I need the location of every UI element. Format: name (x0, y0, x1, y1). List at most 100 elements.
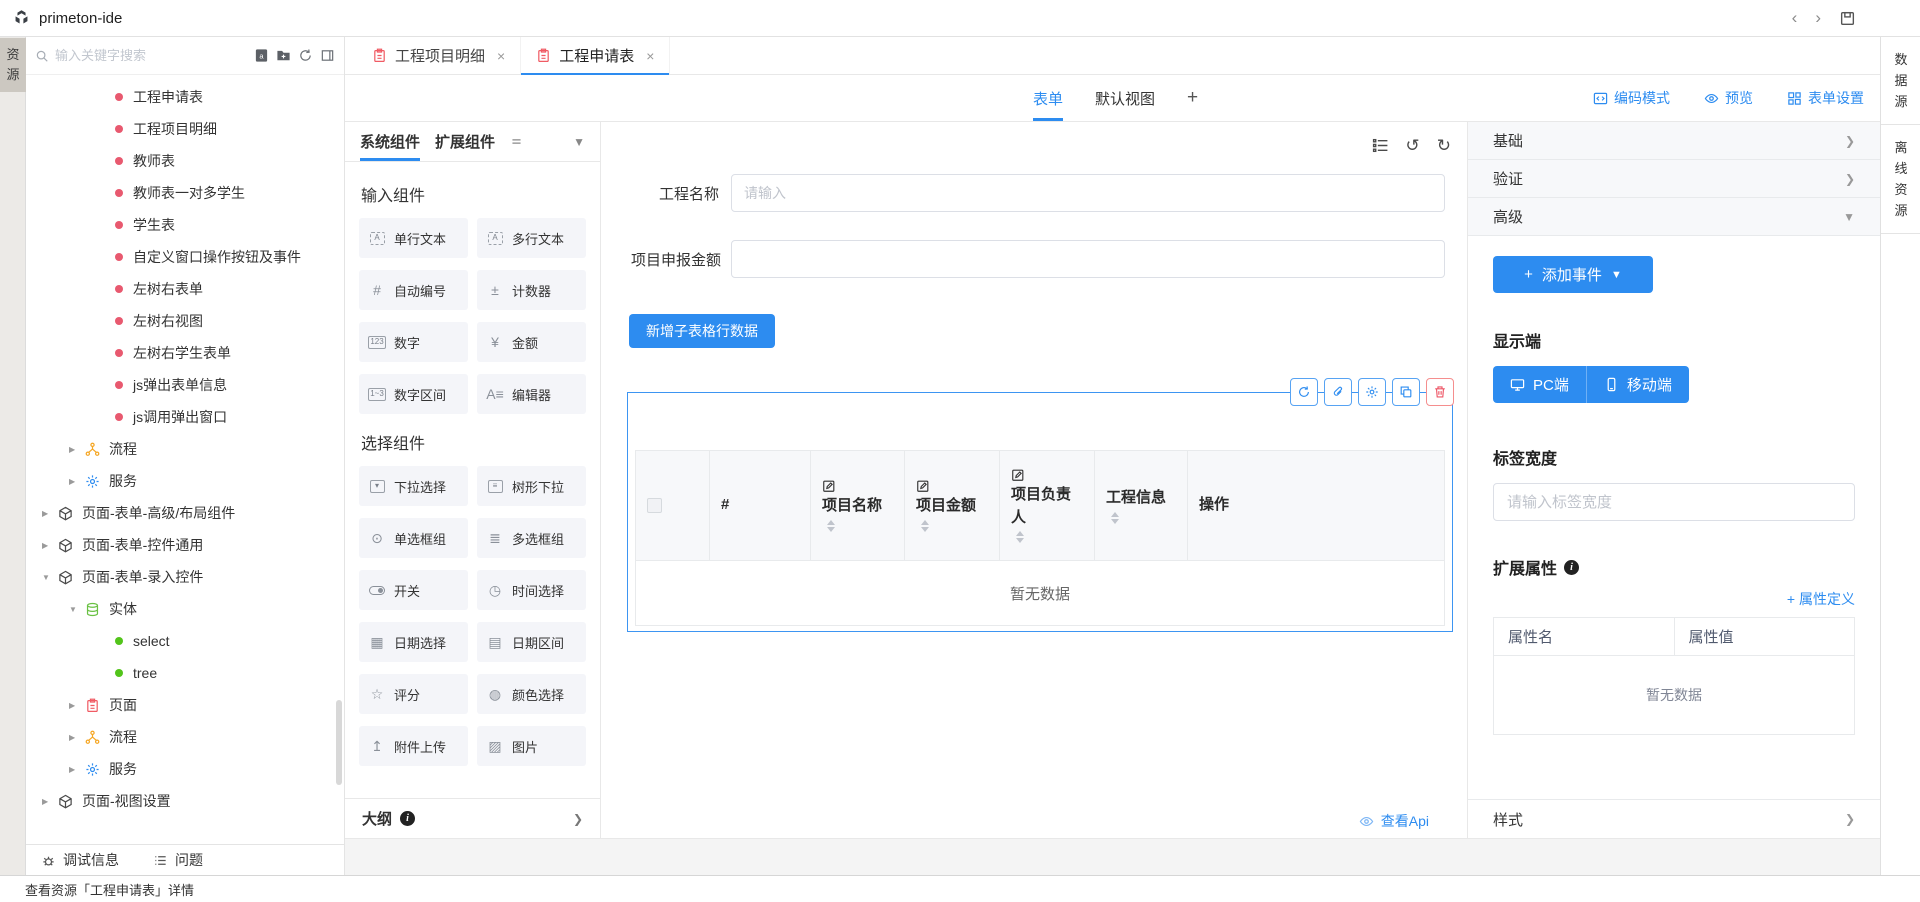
undo-icon[interactable]: ↺ (1406, 137, 1420, 154)
component-chip[interactable]: ↥附件上传 (359, 726, 468, 766)
component-chip[interactable]: ▨图片 (477, 726, 586, 766)
palette-tab[interactable]: 扩展组件 (435, 122, 495, 161)
outline-icon[interactable] (1372, 137, 1389, 154)
selected-subtable-component[interactable]: #项目名称项目金额项目负责人工程信息操作 暂无数据 (627, 392, 1453, 632)
delete-component-button[interactable] (1426, 378, 1454, 406)
outline-footer[interactable]: 大纲 i ❯ (345, 798, 600, 838)
nav-forward-icon[interactable]: › (1815, 8, 1821, 28)
bottom-tab-problems[interactable]: 问题 (153, 850, 203, 870)
component-chip[interactable]: ▤日期区间 (477, 622, 586, 662)
sort-caret-icon[interactable] (921, 520, 929, 532)
canvas-bottom-scroll-area[interactable] (345, 838, 1880, 875)
component-chip[interactable]: 123数字 (359, 322, 468, 362)
component-chip[interactable]: ◷时间选择 (477, 570, 586, 610)
add-event-button[interactable]: + 添加事件 ▼ (1493, 256, 1653, 293)
add-folder-icon[interactable] (276, 48, 291, 63)
add-subtable-row-button[interactable]: 新增子表格行数据 (629, 314, 775, 348)
component-chip[interactable]: A多行文本 (477, 218, 586, 258)
tree-scrollbar[interactable] (336, 700, 342, 785)
doc-tab[interactable]: 工程申请表× (521, 37, 670, 74)
resources-strip-tab[interactable]: 资源 (0, 38, 26, 92)
expander-closed-icon[interactable]: ▶ (42, 509, 58, 518)
component-chip[interactable]: ▾下拉选择 (359, 466, 468, 506)
bottom-tab-debug[interactable]: 调试信息 (41, 850, 119, 870)
tree-item[interactable]: js调用弹出窗口 (26, 401, 344, 433)
tree-item[interactable]: js弹出表单信息 (26, 369, 344, 401)
component-chip[interactable]: ◍颜色选择 (477, 674, 586, 714)
component-chip[interactable]: ≣多选框组 (477, 518, 586, 558)
field-input[interactable] (731, 240, 1445, 278)
component-chip[interactable]: A单行文本 (359, 218, 468, 258)
close-icon[interactable]: × (497, 48, 505, 64)
expander-closed-icon[interactable]: ▶ (69, 477, 85, 486)
section-header-validation[interactable]: 验证❯ (1468, 160, 1880, 198)
tree-item[interactable]: 自定义窗口操作按钮及事件 (26, 241, 344, 273)
refresh-icon[interactable] (298, 48, 313, 63)
expander-closed-icon[interactable]: ▶ (42, 797, 58, 806)
form-settings-button[interactable]: 表单设置 (1787, 88, 1864, 108)
datasource-strip-tab[interactable]: 数据源 (1881, 37, 1920, 125)
tree-item[interactable]: 学生表 (26, 209, 344, 241)
tree-item[interactable]: ▶页面-视图设置 (26, 785, 344, 817)
palette-collapse-icon[interactable]: ▼ (573, 135, 585, 149)
component-chip[interactable]: 开关 (359, 570, 468, 610)
view-tab[interactable]: 默认视图 (1095, 75, 1155, 121)
sort-caret-icon[interactable] (827, 520, 835, 532)
tree-item[interactable]: ▶服务 (26, 465, 344, 497)
component-chip[interactable]: ⊙单选框组 (359, 518, 468, 558)
sort-caret-icon[interactable] (1016, 531, 1024, 543)
tree-item[interactable]: 教师表 (26, 145, 344, 177)
mobile-display-button[interactable]: 移动端 (1586, 366, 1689, 403)
tree-item[interactable]: 工程项目明细 (26, 113, 344, 145)
collapse-panel-icon[interactable] (320, 48, 335, 63)
tree-item[interactable]: ▶流程 (26, 721, 344, 753)
code-mode-button[interactable]: 编码模式 (1593, 88, 1670, 108)
tree-item[interactable]: ▶页面-表单-高级/布局组件 (26, 497, 344, 529)
field-input[interactable] (731, 174, 1445, 212)
doc-tab[interactable]: 工程项目明细× (357, 37, 521, 74)
expander-closed-icon[interactable]: ▶ (42, 541, 58, 550)
tree-item[interactable]: ▼实体 (26, 593, 344, 625)
tree-item[interactable]: 左树右表单 (26, 273, 344, 305)
tree-item[interactable]: ▶页面-表单-控件通用 (26, 529, 344, 561)
search-input[interactable] (55, 48, 248, 63)
tree-item[interactable]: ▶服务 (26, 753, 344, 785)
palette-tab[interactable]: 系统组件 (360, 122, 420, 161)
header-checkbox[interactable] (647, 498, 662, 513)
save-icon[interactable] (1839, 10, 1856, 27)
palette-drag-handle-icon[interactable] (510, 135, 523, 148)
section-header-basic[interactable]: 基础❯ (1468, 122, 1880, 160)
tree-item[interactable]: 左树右学生表单 (26, 337, 344, 369)
section-header-advanced[interactable]: 高级▼ (1468, 198, 1880, 236)
expander-open-icon[interactable]: ▼ (42, 573, 58, 582)
expander-open-icon[interactable]: ▼ (69, 605, 85, 614)
label-width-input[interactable] (1493, 483, 1855, 521)
component-chip[interactable]: ▦日期选择 (359, 622, 468, 662)
tree-item[interactable]: ▼页面-表单-录入控件 (26, 561, 344, 593)
copy-component-button[interactable] (1392, 378, 1420, 406)
tree-item[interactable]: 左树右视图 (26, 305, 344, 337)
style-section-header[interactable]: 样式 ❯ (1468, 799, 1880, 838)
add-view-button[interactable]: + (1187, 87, 1198, 109)
tree-item[interactable]: 工程申请表 (26, 81, 344, 113)
expander-closed-icon[interactable]: ▶ (69, 765, 85, 774)
expander-closed-icon[interactable]: ▶ (69, 445, 85, 454)
sort-caret-icon[interactable] (1111, 512, 1119, 524)
component-chip[interactable]: ☆评分 (359, 674, 468, 714)
refresh-component-button[interactable] (1290, 378, 1318, 406)
component-chip[interactable]: #自动编号 (359, 270, 468, 310)
locate-file-icon[interactable]: a (254, 48, 269, 63)
offline-resource-strip-tab[interactable]: 离线资源 (1881, 125, 1920, 234)
tree-item[interactable]: ▶页面 (26, 689, 344, 721)
redo-icon[interactable]: ↻ (1437, 137, 1451, 154)
preview-button[interactable]: 预览 (1704, 88, 1753, 108)
component-settings-button[interactable] (1358, 378, 1386, 406)
component-chip[interactable]: ¥金额 (477, 322, 586, 362)
expander-closed-icon[interactable]: ▶ (69, 733, 85, 742)
tree-item[interactable]: ▶流程 (26, 433, 344, 465)
component-chip[interactable]: 1~3数字区间 (359, 374, 468, 414)
pc-display-button[interactable]: PC端 (1493, 366, 1586, 403)
component-chip[interactable]: ≡树形下拉 (477, 466, 586, 506)
view-tab[interactable]: 表单 (1033, 75, 1063, 121)
nav-back-icon[interactable]: ‹ (1792, 8, 1798, 28)
